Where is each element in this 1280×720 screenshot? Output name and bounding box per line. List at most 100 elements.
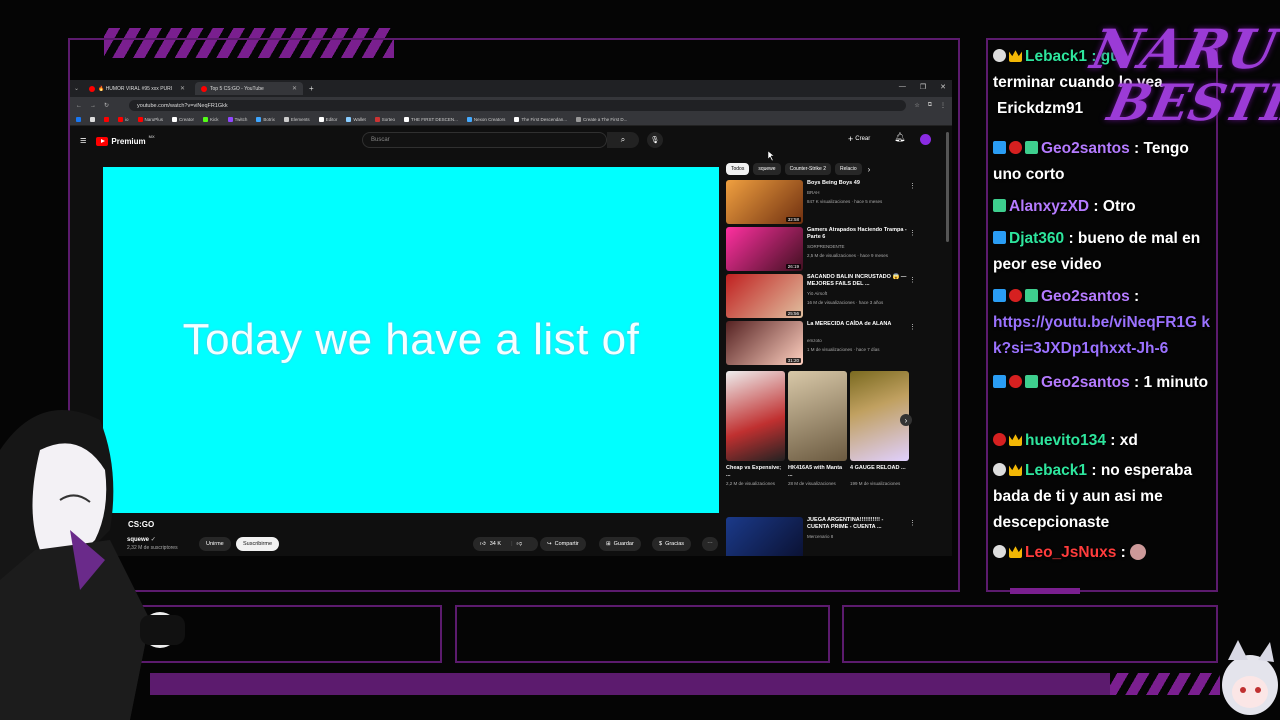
video-meta: 847 K visualizaciones · hace 5 meses xyxy=(807,199,883,204)
chat-username[interactable]: Leo_JsNuxs xyxy=(1025,544,1116,561)
maximize-icon[interactable]: ❐ xyxy=(920,83,926,91)
bookmark-item[interactable]: Nexon Creators xyxy=(466,117,505,122)
more-options-icon[interactable]: ⋮ xyxy=(909,323,916,331)
video-title[interactable]: Boys Being Boys 49 xyxy=(807,180,907,187)
subscribe-button[interactable]: Suscribirme xyxy=(236,537,280,551)
share-button[interactable]: ↪ Compartir xyxy=(540,537,586,551)
tab-humor-viral[interactable]: 🔥 HUMOR VIRAL #95 xxx PURI ✕ xyxy=(83,82,191,95)
bell-icon[interactable]: 🔔︎ xyxy=(894,132,905,143)
bookmark-item[interactable]: The First Descendan... xyxy=(514,117,567,122)
more-options-icon[interactable]: ⋮ xyxy=(909,182,916,190)
chat-username[interactable]: Geo2santos xyxy=(1041,374,1130,391)
bookmark-item[interactable]: Creator xyxy=(172,117,194,122)
chip-todos[interactable]: Todos xyxy=(726,163,750,175)
close-icon[interactable]: ✕ xyxy=(180,85,185,92)
forward-icon[interactable]: → xyxy=(90,103,96,109)
short-title[interactable]: Cheap vs Expensive; ... xyxy=(726,465,785,479)
short-video[interactable]: 4 GAUGE RELOAD ... 199 M de visualizacio… xyxy=(850,371,909,487)
back-icon[interactable]: ← xyxy=(76,103,82,109)
bookmark-item[interactable]: THE FIRST DESCEN... xyxy=(403,117,458,122)
video-title[interactable]: JUEGA ARGENTINA!!!!!!!!!!! - CUENTA PRIM… xyxy=(807,517,907,531)
bookmark-item[interactable]: Kick xyxy=(203,117,219,122)
video-thumbnail[interactable]: 25:56 xyxy=(726,274,803,318)
more-options-icon[interactable]: ⋮ xyxy=(909,276,916,284)
video-thumbnail[interactable]: 31:20 xyxy=(726,321,803,365)
star-icon[interactable]: ☆ xyxy=(914,102,919,109)
video-thumbnail[interactable]: 26:19 xyxy=(726,227,803,271)
search-button[interactable]: ⌕ xyxy=(607,132,639,148)
join-button[interactable]: Unirme xyxy=(199,537,231,551)
channel-name[interactable]: SORPRENDENTE xyxy=(807,244,845,249)
bookmark-item[interactable]: Sorteo xyxy=(374,117,395,122)
more-options-icon[interactable]: ⋮ xyxy=(909,519,916,527)
dislike-icon[interactable]: 👎︎ xyxy=(517,541,523,547)
microphone-icon: 🎙 xyxy=(650,137,660,144)
like-icon[interactable]: 👍︎ xyxy=(480,541,486,547)
recommended-video[interactable]: 31:20 La MERECIDA CAÍDA de ALANA emzoto … xyxy=(726,321,926,365)
bookmark-item[interactable]: Elements xyxy=(283,117,310,122)
channel-name[interactable]: Yiö Airsoft xyxy=(807,291,827,296)
shorts-next-icon[interactable]: › xyxy=(900,414,912,426)
short-video[interactable]: Cheap vs Expensive; ... 2,2 M de visuali… xyxy=(726,371,785,487)
recommended-video[interactable]: JUEGA ARGENTINA!!!!!!!!!!! - CUENTA PRIM… xyxy=(726,517,926,556)
short-title[interactable]: HK416A5 with Manta ... xyxy=(788,465,847,479)
bookmark-item[interactable]: Editor xyxy=(318,117,337,122)
close-icon[interactable]: ✕ xyxy=(292,85,297,92)
youtube-icon[interactable] xyxy=(104,117,109,122)
recommended-video[interactable]: 26:19 Gamers Atrapados Haciendo Trampa -… xyxy=(726,227,926,271)
chat-username[interactable]: AlanxyzXD xyxy=(1009,198,1089,215)
facebook-icon[interactable] xyxy=(76,117,81,122)
video-title[interactable]: La MERECIDA CAÍDA de ALANA xyxy=(807,321,907,328)
short-video[interactable]: HK416A5 with Manta ... 28 M de visualiza… xyxy=(788,371,847,487)
video-thumbnail[interactable] xyxy=(726,517,803,556)
chip-relacionados[interactable]: Relacio xyxy=(834,163,862,175)
chat-username[interactable]: huevito134 xyxy=(1025,432,1106,449)
more-options-icon[interactable]: ⋮ xyxy=(909,229,916,237)
url-field[interactable]: youtube.com/watch?v=viNeqFR1Gkk xyxy=(129,100,907,111)
chat-message: AlanxyzXD : Otro xyxy=(993,194,1215,220)
recommended-video[interactable]: 32:58 Boys Being Boys 49 BRAH 847 K visu… xyxy=(726,180,926,224)
youtube-logo[interactable]: Premium MX xyxy=(96,134,155,146)
chip-squewe[interactable]: squewe xyxy=(753,163,781,175)
short-thumbnail[interactable] xyxy=(726,371,785,461)
video-title[interactable]: Gamers Atrapados Haciendo Trampa - Parte… xyxy=(807,227,907,241)
chat-link[interactable]: https://youtu.be/viNeqFR1G kk?si=3JXDp1q… xyxy=(993,314,1210,357)
bookmark-item[interactable]: NaruPlus xyxy=(137,117,163,122)
hamburger-menu-icon[interactable]: ≡ xyxy=(80,135,86,147)
x-icon[interactable] xyxy=(90,117,95,122)
avatar[interactable] xyxy=(920,134,931,145)
chat-username[interactable]: Leback1 xyxy=(1025,462,1087,479)
channel-name[interactable]: BRAH xyxy=(807,190,820,195)
close-window-icon[interactable]: ✕ xyxy=(940,83,946,91)
bookmark-item[interactable]: io xyxy=(118,117,129,122)
save-button[interactable]: ⊞ Guardar xyxy=(599,537,641,551)
bookmark-item[interactable]: Botrix xyxy=(256,117,275,122)
chevron-right-icon[interactable]: › xyxy=(868,165,871,174)
new-tab-icon[interactable]: + xyxy=(309,84,314,93)
chat-username[interactable]: Geo2santos xyxy=(1041,288,1130,305)
video-title[interactable]: SACANDO BALIN INCRUSTADO 😱 — MEJORES FAI… xyxy=(807,274,907,288)
search-input[interactable]: Buscar xyxy=(362,132,607,148)
mic-button[interactable]: 🎙 xyxy=(647,132,663,148)
extensions-icon[interactable]: ⧉ xyxy=(928,102,932,109)
tab-youtube-csgo[interactable]: Top 5 CS:GO - YouTube ✕ xyxy=(195,82,304,95)
short-title[interactable]: 4 GAUGE RELOAD ... xyxy=(850,465,909,479)
menu-icon[interactable]: ⋮ xyxy=(940,102,946,109)
bookmark-item[interactable]: Create a The First D... xyxy=(575,117,627,122)
recommended-video[interactable]: 25:56 SACANDO BALIN INCRUSTADO 😱 — MEJOR… xyxy=(726,274,926,318)
bookmark-item[interactable]: Wallet xyxy=(346,117,366,122)
minimize-icon[interactable]: — xyxy=(899,83,906,91)
more-actions-button[interactable]: ⋯ xyxy=(702,537,718,551)
tab-search-icon[interactable]: ⌄ xyxy=(74,85,79,92)
chip-counter-strike-2[interactable]: Counter-Strike 2 xyxy=(784,163,831,175)
scrollbar[interactable] xyxy=(946,132,949,242)
channel-name[interactable]: emzoto xyxy=(807,338,822,343)
chat-username[interactable]: Djat360 xyxy=(1009,230,1064,247)
reload-icon[interactable]: ↻ xyxy=(104,102,109,109)
bookmark-item[interactable]: Twitch xyxy=(227,117,247,122)
channel-name[interactable]: Mercenario 8 xyxy=(807,534,833,539)
video-thumbnail[interactable]: 32:58 xyxy=(726,180,803,224)
short-thumbnail[interactable] xyxy=(788,371,847,461)
create-button[interactable]: + Crear xyxy=(848,134,870,144)
thanks-button[interactable]: $ Gracias xyxy=(652,537,692,551)
